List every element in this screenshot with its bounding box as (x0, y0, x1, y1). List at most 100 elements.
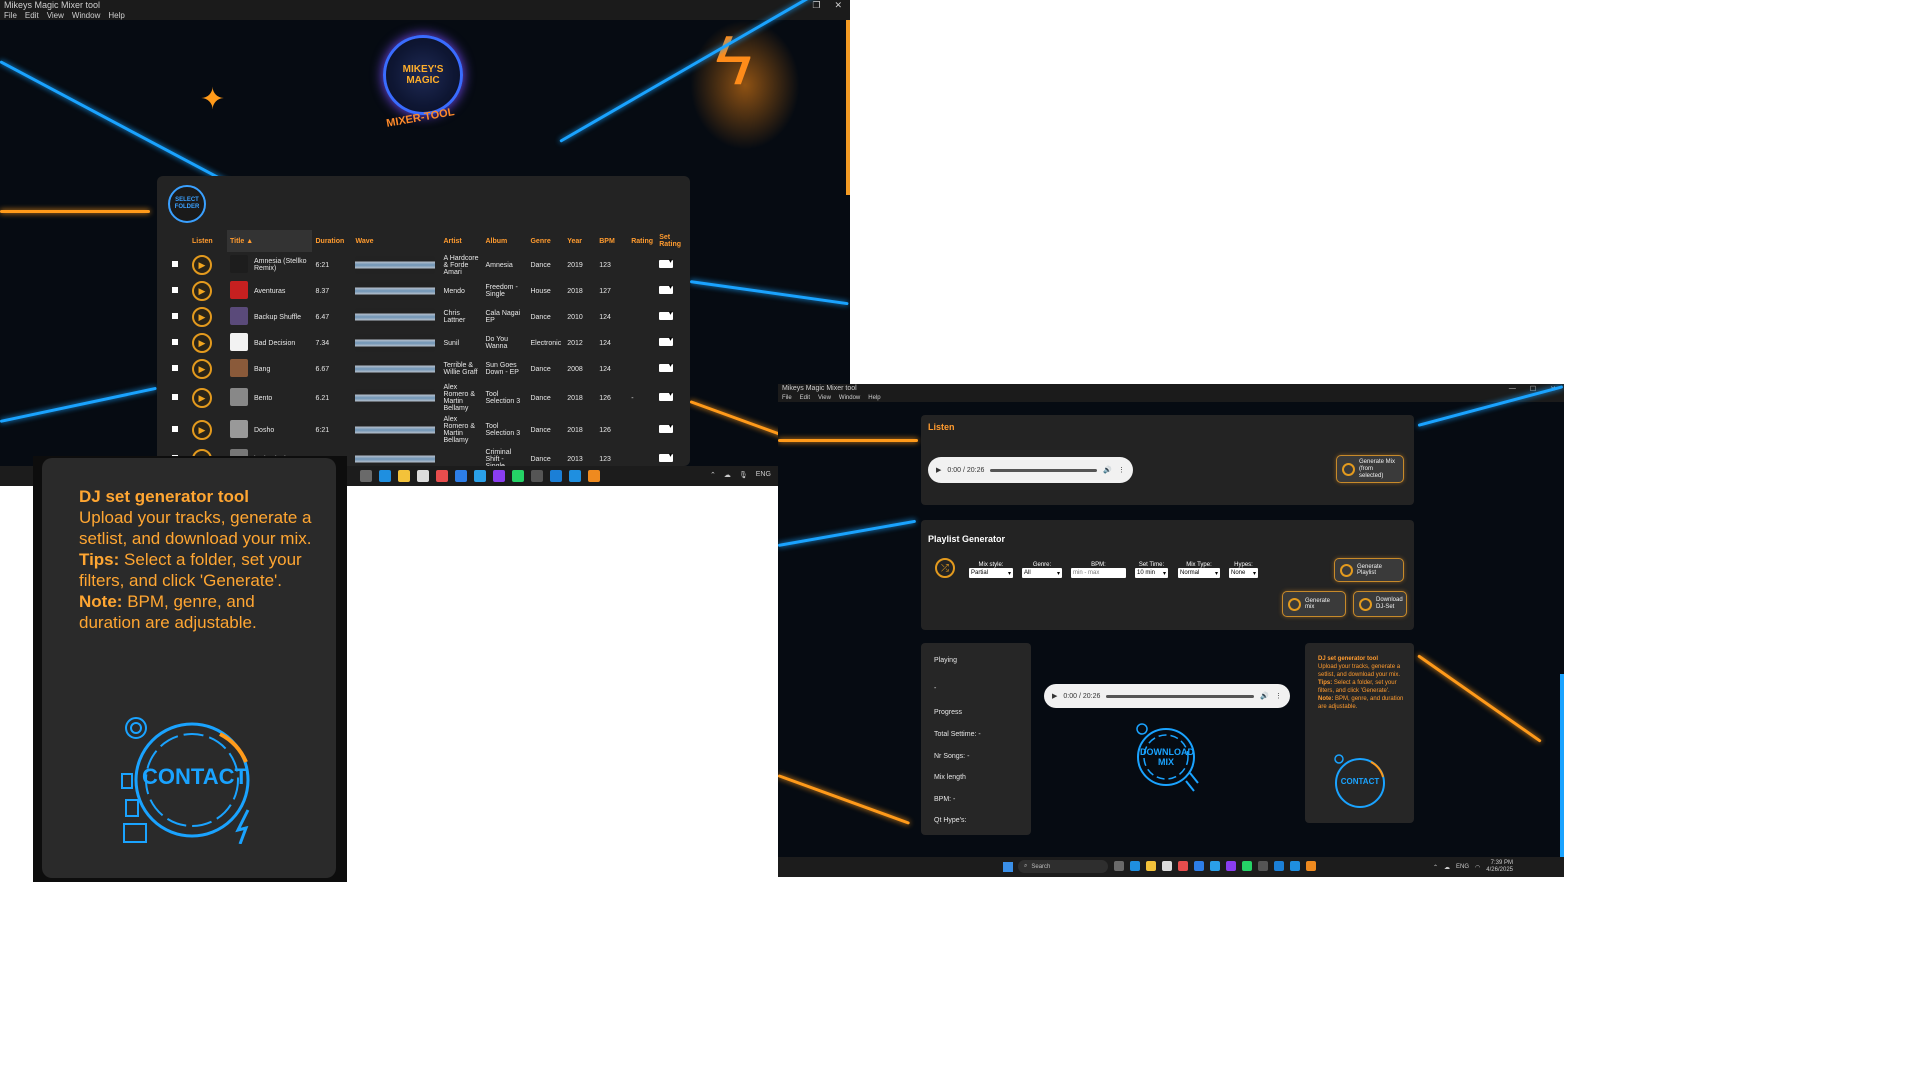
set-rating-select[interactable] (659, 390, 674, 401)
messenger-icon[interactable] (1226, 861, 1236, 871)
chevron-up-icon[interactable]: ⌃ (1433, 864, 1438, 871)
scrollbar-thumb[interactable] (1560, 674, 1564, 859)
start-icon[interactable] (1003, 862, 1013, 872)
col-listen[interactable]: Listen (189, 230, 227, 252)
file-explorer-icon[interactable] (398, 470, 410, 482)
waveform[interactable] (355, 256, 436, 274)
volume-icon[interactable]: 🔊 (1103, 466, 1112, 474)
contact-small-button[interactable]: CONTACT (1333, 753, 1385, 811)
messenger-icon[interactable] (493, 470, 505, 482)
mix-audio-player[interactable]: ▶ 0:00 / 20:26 🔊 ⋮ (1044, 684, 1290, 708)
set-time-select[interactable]: 10 min ▾ (1135, 568, 1168, 578)
row-checkbox[interactable] (172, 313, 178, 319)
menu-edit[interactable]: Edit (800, 395, 810, 401)
row-checkbox[interactable] (172, 261, 178, 267)
audio-seek-bar[interactable] (990, 468, 1098, 472)
mix-type-select[interactable]: Normal ▾ (1178, 568, 1220, 578)
minimize-icon[interactable]: — (1509, 385, 1516, 393)
table-row[interactable]: ▶ Bang 6.67 Terrible & Willie Graff Sun Goes… (169, 356, 684, 382)
row-checkbox[interactable] (172, 287, 178, 293)
task-view-icon[interactable] (1114, 861, 1124, 871)
edge-dev-icon[interactable] (1290, 861, 1300, 871)
terminal-icon[interactable] (531, 470, 543, 482)
set-rating-select[interactable] (659, 335, 674, 346)
generate-mix-button[interactable]: Generate Mix (from selected) (1336, 455, 1404, 483)
scrollbar-thumb[interactable] (846, 20, 850, 195)
vscode-icon[interactable] (1274, 861, 1284, 871)
more-options-icon[interactable]: ⋮ (1118, 466, 1125, 474)
mic-icon[interactable]: 🎙 (739, 471, 748, 479)
vscode-icon[interactable] (550, 470, 562, 482)
menu-view[interactable]: View (47, 11, 64, 20)
set-rating-select[interactable] (659, 361, 674, 372)
copilot-icon[interactable] (455, 470, 467, 482)
row-checkbox[interactable] (172, 394, 178, 400)
hypes-select[interactable]: None ▾ (1229, 568, 1258, 578)
row-checkbox[interactable] (172, 365, 178, 371)
mix-style-select[interactable]: Partial ▾ (969, 568, 1013, 578)
cloud-icon[interactable]: ☁ (724, 471, 731, 479)
volume-icon[interactable]: 🔊 (1260, 692, 1269, 700)
store-icon[interactable] (1162, 861, 1172, 871)
edge-icon[interactable] (1130, 861, 1140, 871)
edge-icon[interactable] (379, 470, 391, 482)
genre-select[interactable]: All ▾ (1022, 568, 1062, 578)
store-icon[interactable] (417, 470, 429, 482)
set-rating-select[interactable] (659, 309, 674, 320)
waveform[interactable] (355, 360, 436, 378)
play-icon[interactable]: ▶ (192, 359, 212, 379)
chevron-up-icon[interactable]: ⌃ (710, 471, 716, 479)
wifi-icon[interactable]: ◠ (1475, 864, 1480, 871)
steam-icon[interactable] (1210, 861, 1220, 871)
waveform[interactable] (355, 282, 436, 300)
waveform[interactable] (355, 421, 436, 439)
select-folder-button[interactable]: SELECT FOLDER (168, 185, 206, 223)
play-icon[interactable]: ▶ (192, 307, 212, 327)
task-view-icon[interactable] (360, 470, 372, 482)
play-icon[interactable]: ▶ (936, 466, 941, 474)
col-bpm[interactable]: BPM (596, 230, 628, 252)
terminal-icon[interactable] (1258, 861, 1268, 871)
waveform[interactable] (355, 308, 436, 326)
table-row[interactable]: ▶ Bad Decision 7.34 Sunil Do You Wanna Electr… (169, 330, 684, 356)
lang-indicator[interactable]: ENG (756, 471, 771, 479)
play-icon[interactable]: ▶ (192, 333, 212, 353)
audio-player[interactable]: ▶ 0:00 / 20:26 🔊 ⋮ (928, 457, 1133, 483)
row-checkbox[interactable] (172, 339, 178, 345)
download-dj-set-button[interactable]: Download DJ-Set (1353, 591, 1407, 617)
download-mix-button[interactable]: DOWNLOAD MIX (1134, 721, 1202, 795)
chrome-icon[interactable] (1178, 861, 1188, 871)
col-year[interactable]: Year (564, 230, 596, 252)
menu-file[interactable]: File (782, 395, 792, 401)
contact-button[interactable]: CONTACT (120, 714, 260, 845)
menu-edit[interactable]: Edit (25, 11, 39, 20)
menu-help[interactable]: Help (868, 395, 880, 401)
whatsapp-icon[interactable] (1242, 861, 1252, 871)
table-row[interactable]: ▶ Aventuras 8.37 Mendo Freedom - Single House… (169, 278, 684, 304)
table-row[interactable]: ▶ Dosho 6:21 Alex Romero & Martin Bellamy To… (169, 414, 684, 446)
whatsapp-icon[interactable] (512, 470, 524, 482)
play-icon[interactable]: ▶ (192, 388, 212, 408)
audio-seek-bar[interactable] (1106, 694, 1255, 698)
set-rating-select[interactable] (659, 451, 674, 462)
mixer-app-icon[interactable] (588, 470, 600, 482)
play-icon[interactable]: ▶ (1052, 692, 1057, 700)
play-icon[interactable]: ▶ (192, 281, 212, 301)
waveform[interactable] (355, 389, 436, 407)
col-artist[interactable]: Artist (440, 230, 482, 252)
table-row[interactable]: ▶ Backup Shuffle 6.47 Chris Lattner Cala Nag… (169, 304, 684, 330)
col-rating[interactable]: Rating (628, 230, 656, 252)
file-explorer-icon[interactable] (1146, 861, 1156, 871)
chrome-icon[interactable] (436, 470, 448, 482)
taskbar-search[interactable]: ⌕ Search (1018, 860, 1108, 873)
set-rating-select[interactable] (659, 283, 674, 294)
menu-window[interactable]: Window (839, 395, 860, 401)
steam-icon[interactable] (474, 470, 486, 482)
table-row[interactable]: ▶ Bento 6.21 Alex Romero & Martin Bellamy To… (169, 382, 684, 414)
col-title[interactable]: Title ▲ (227, 230, 313, 252)
menu-view[interactable]: View (818, 395, 831, 401)
clock[interactable]: 7:39 PM 4/26/2025 (1486, 860, 1513, 874)
edge-dev-icon[interactable] (569, 470, 581, 482)
table-row[interactable]: ▶ Amnesia (Stellko Remix) 6:21 A Hardcore &… (169, 252, 684, 278)
copilot-icon[interactable] (1194, 861, 1204, 871)
